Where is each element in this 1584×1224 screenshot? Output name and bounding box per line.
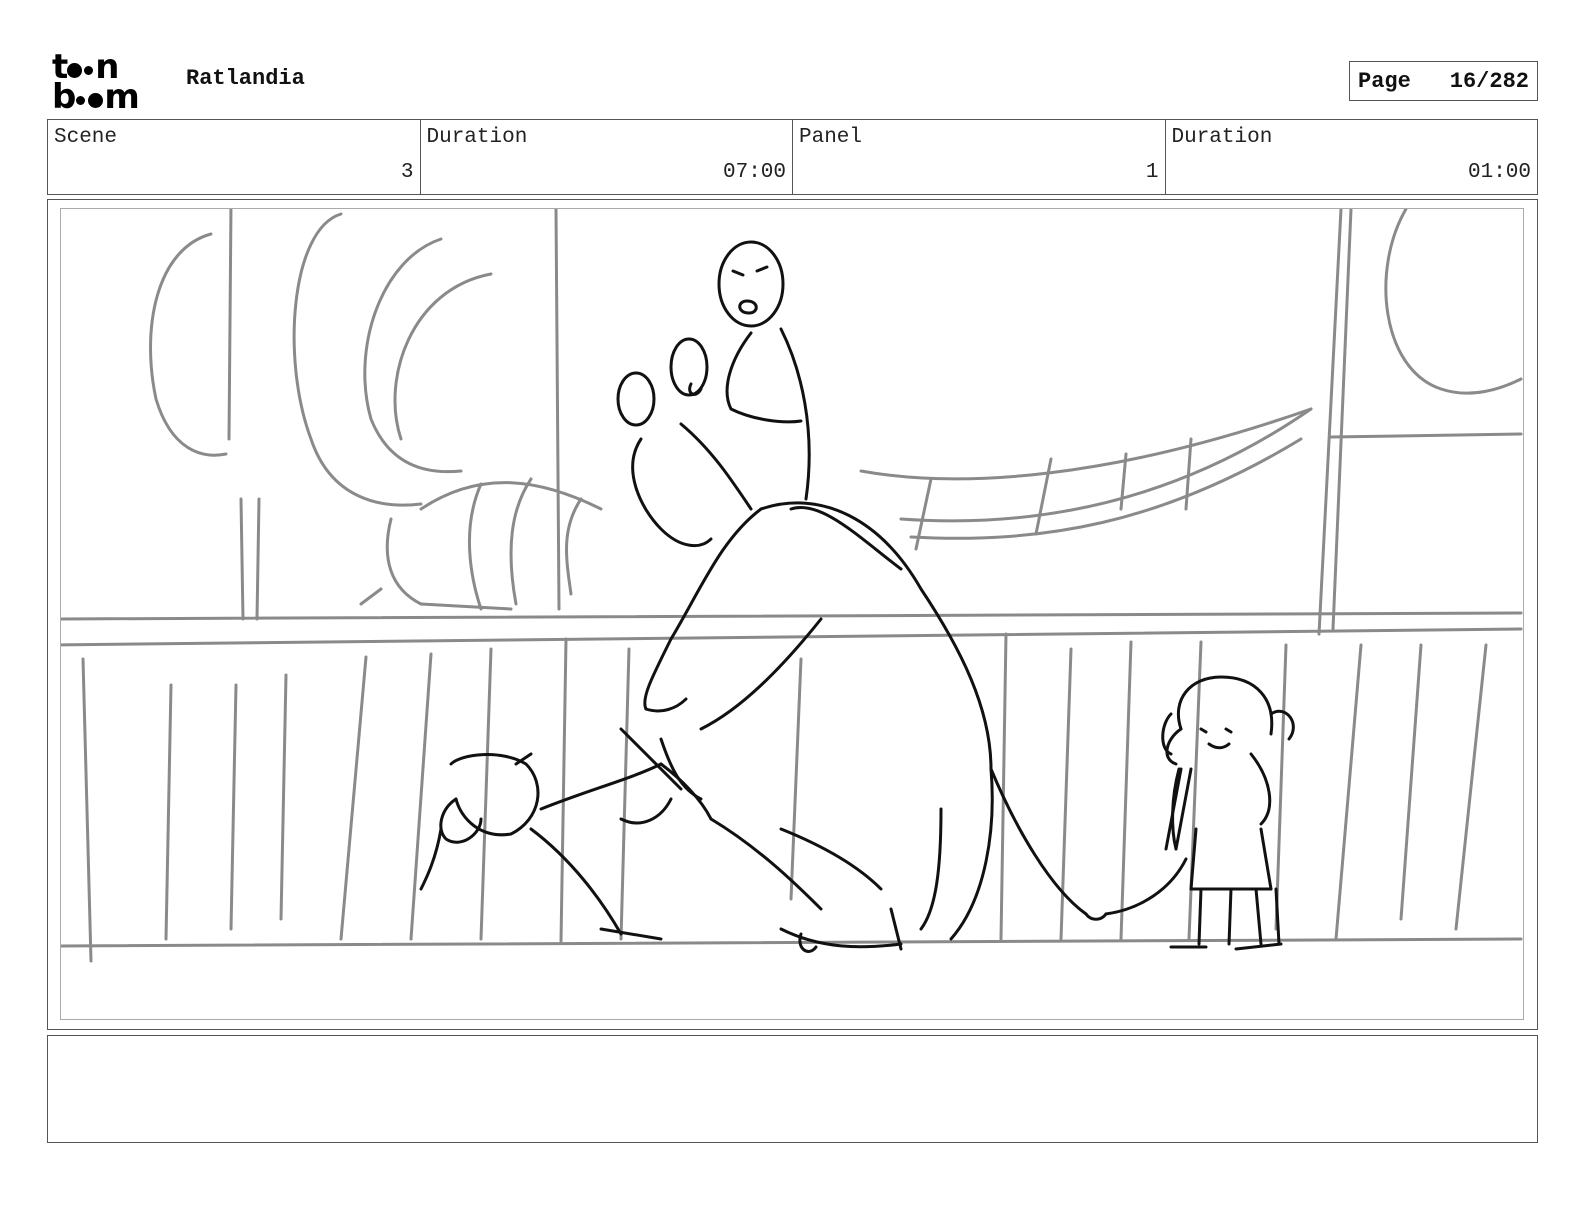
toon-boom-logo: t n b m [52,50,164,117]
scene-duration-label: Duration [426,126,528,149]
storyboard-panel-frame [47,199,1538,1030]
page-label: Page [1358,68,1411,94]
background-sketch [61,209,1523,963]
panel-duration-cell: Duration 01:00 [1166,120,1538,194]
scene-duration-value: 07:00 [722,161,786,184]
panel-label: Panel [799,126,863,149]
page-indicator: Page 16/282 [1349,61,1538,101]
panel-cell: Panel 1 [793,120,1166,194]
logo-bottom-row: b m [52,77,140,117]
scene-duration-cell: Duration 07:00 [421,120,793,194]
panel-value: 1 [1145,161,1159,184]
panel-duration-label: Duration [1171,126,1273,149]
panel-duration-value: 01:00 [1467,161,1531,184]
scene-label: Scene [54,126,118,149]
scene-cell: Scene 3 [48,120,421,194]
panel-notes-box[interactable] [47,1035,1538,1143]
characters-sketch [419,240,1295,953]
scene-value: 3 [400,161,414,184]
project-title: Ratlandia [186,66,305,91]
storyboard-panel [60,208,1524,1020]
page-number: 16/282 [1449,68,1529,94]
storyboard-sketch [61,209,1523,963]
scene-info-table: Scene 3 Duration 07:00 Panel 1 Duration … [47,119,1538,195]
